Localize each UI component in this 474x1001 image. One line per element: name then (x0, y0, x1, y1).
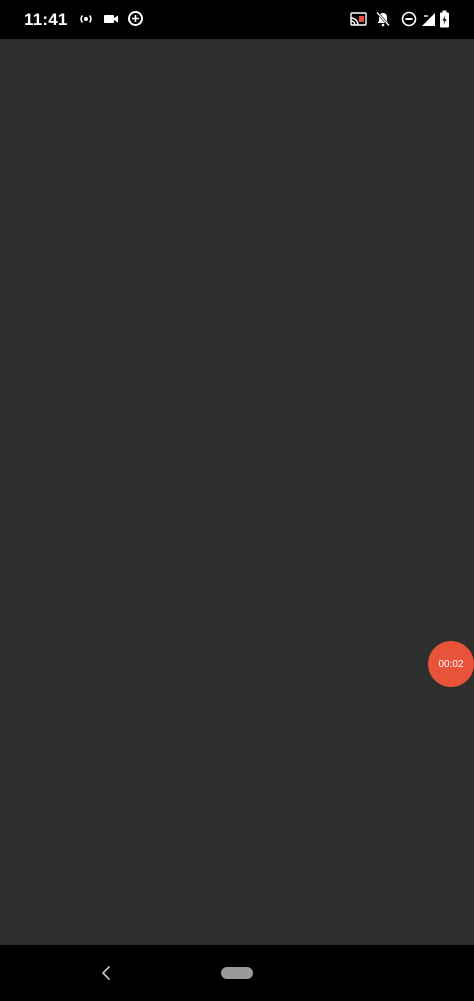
status-bar: 11:41 (0, 0, 474, 39)
notifications-off-icon (376, 11, 390, 27)
screen-record-timer: 00:02 (438, 658, 464, 670)
hotspot-icon (80, 14, 92, 24)
screen-record-timer-button[interactable]: 00:02 (428, 641, 474, 687)
back-icon[interactable] (100, 965, 112, 981)
phone-screen: 11:41 00:02 (0, 0, 474, 1001)
data-saver-icon (128, 11, 143, 26)
home-pill-icon[interactable] (221, 967, 253, 979)
status-time: 11:41 (24, 10, 68, 29)
video-camera-icon (104, 15, 118, 23)
do-not-disturb-icon (401, 11, 417, 27)
cast-icon (350, 12, 367, 26)
battery-icon (440, 10, 449, 28)
navigation-bar (0, 945, 474, 1001)
signal-icon (422, 13, 435, 26)
screen-content (0, 39, 474, 945)
